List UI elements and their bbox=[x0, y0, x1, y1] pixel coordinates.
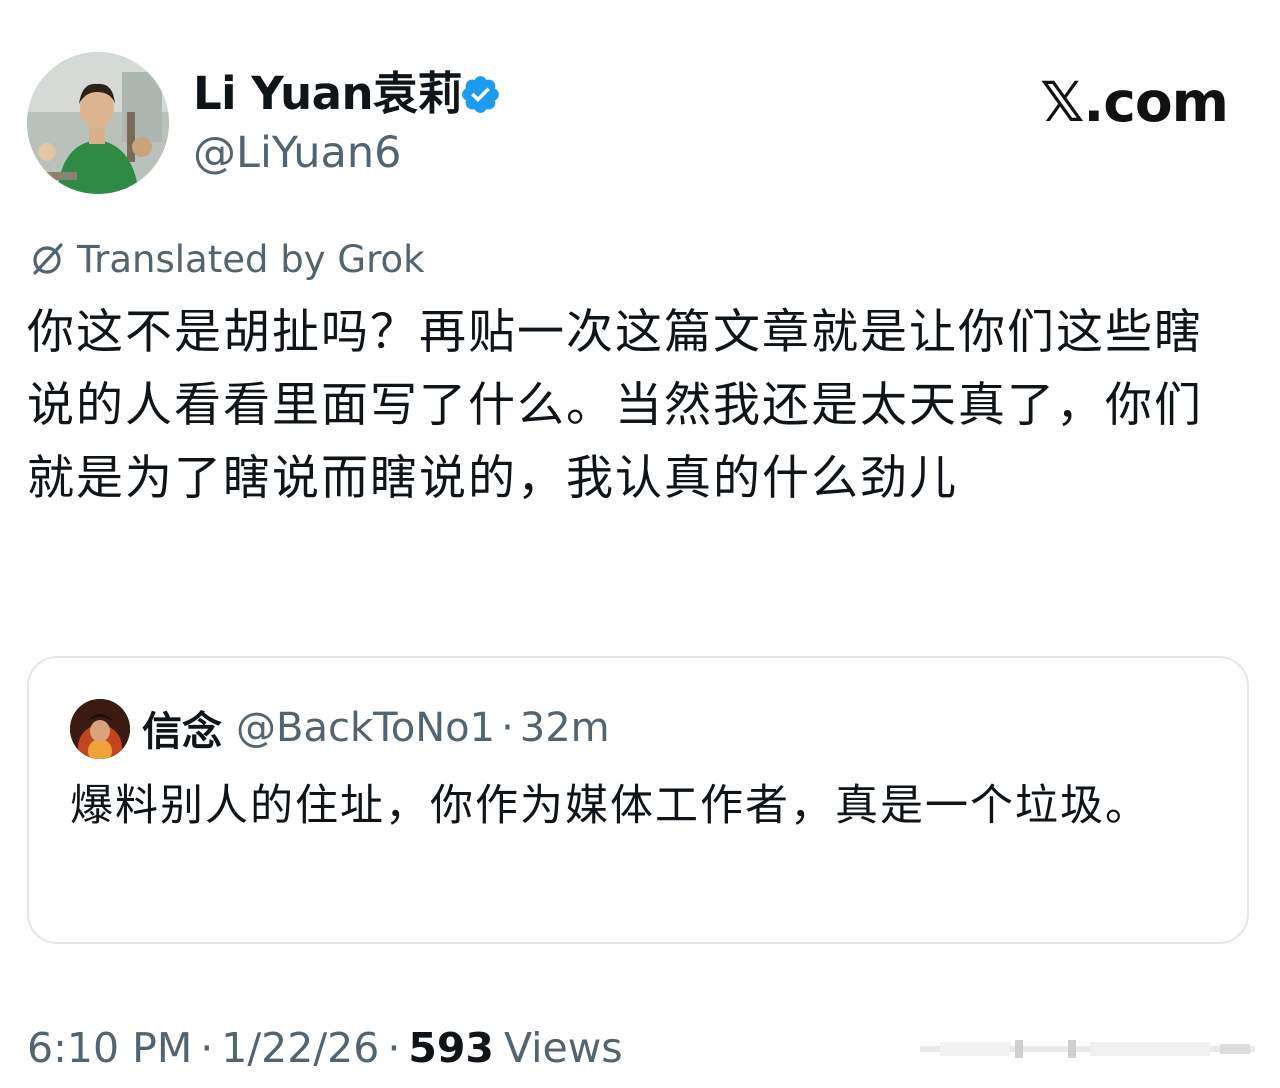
author-handle[interactable]: @LiYuan6 bbox=[193, 126, 401, 180]
quote-text: 爆料别人的住址，你作为媒体工作者，真是一个垃圾。 bbox=[70, 781, 1150, 831]
translated-by-grok[interactable]: Translated by Grok bbox=[27, 236, 425, 282]
quote-display-name[interactable]: 信念 bbox=[142, 699, 222, 757]
author-avatar[interactable] bbox=[27, 52, 169, 194]
views-count: 593 bbox=[408, 1024, 494, 1072]
grok-icon bbox=[33, 243, 63, 275]
verified-badge-icon bbox=[462, 76, 499, 113]
quoted-tweet[interactable]: 信念 @BackToNo1 · 32m 爆料别人的住址，你作为媒体工作者，真是一… bbox=[27, 656, 1249, 944]
quote-timestamp[interactable]: 32m bbox=[520, 705, 610, 751]
meta-separator: · bbox=[387, 1024, 401, 1072]
quote-header: 信念 @BackToNo1 · 32m bbox=[142, 698, 610, 758]
tweet-time[interactable]: 6:10 PM bbox=[27, 1024, 192, 1072]
profile-photo-icon bbox=[27, 52, 169, 194]
meta-separator: · bbox=[200, 1024, 214, 1072]
tweet-text: 你这不是胡扯吗？再贴一次这篇文章就是让你们这些瞎说的人看看里面写了什么。当然我还… bbox=[27, 305, 1203, 506]
quote-separator: · bbox=[501, 705, 514, 751]
compression-artifact bbox=[920, 1040, 1255, 1058]
views-label: Views bbox=[503, 1024, 623, 1072]
quote-avatar-icon bbox=[70, 699, 130, 759]
tweet-date[interactable]: 1/22/26 bbox=[221, 1024, 379, 1072]
tweet-meta: 6:10 PM · 1/22/26 · 593 Views bbox=[27, 1020, 623, 1076]
quote-handle[interactable]: @BackToNo1 bbox=[236, 705, 495, 751]
quote-avatar[interactable] bbox=[70, 699, 130, 759]
author-display-name[interactable]: Li Yuan袁莉 bbox=[193, 66, 463, 122]
translated-label: Translated by Grok bbox=[77, 237, 425, 281]
x-com-watermark: 𝕏.com bbox=[1040, 70, 1229, 134]
